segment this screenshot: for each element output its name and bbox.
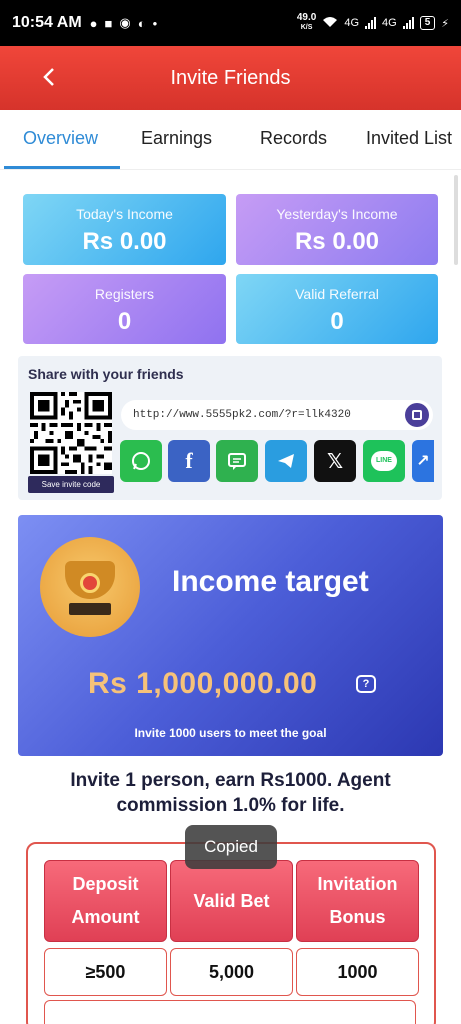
table-cell-bonus: 1000 [296,948,419,996]
table-header-valid-bet: Valid Bet [170,860,293,942]
line-share-button[interactable]: LINE [363,440,405,482]
card-label: Registers [94,286,155,302]
facebook-share-button[interactable]: f [168,440,210,482]
sms-icon [228,453,246,470]
more-icon: ↗ [416,453,430,470]
tab-bar: Overview Earnings Records Invited List [0,110,461,170]
app-icon: ■ [104,15,113,31]
registers-card: Registers 0 [23,274,226,344]
dot-icon: • [152,15,158,31]
table-cell-deposit: ≥500 [44,948,167,996]
card-value: 0 [117,308,132,335]
trophy-icon [40,537,140,637]
back-button[interactable] [34,62,64,92]
share-panel: Share with your friends Save invite code… [18,356,442,500]
net-speed: 49.0 K/S [296,12,317,32]
card-label: Yesterday's Income [276,206,398,222]
app-icon-2: ◐ [137,15,146,31]
telegram-icon [278,454,294,468]
card-label: Valid Referral [295,286,379,302]
status-bar: 10:54 AM ● ■ ◉ ◐ • 49.0 K/S 4G 4G 5 ⚡ [0,0,461,46]
x-share-button[interactable]: 𝕏 [314,440,356,482]
camera-icon: ◉ [119,15,131,30]
income-target-note: Invite 1000 users to meet the goal [134,726,327,740]
tab-records[interactable]: Records [260,128,327,149]
snapchat-icon: ● [89,15,98,31]
bonus-table: Deposit Amount Valid Bet Invitation Bonu… [26,842,436,1024]
more-share-button[interactable]: ↗ [412,440,434,482]
telegram-share-button[interactable] [265,440,307,482]
share-title: Share with your friends [28,366,184,382]
invite-reward-text: Invite 1 person, earn Rs1000. Agent comm… [70,770,391,816]
wifi-icon [322,16,338,31]
invite-link-field[interactable]: http://www.5555pk2.com/?r=llk4320 [121,400,433,430]
today-income-card: Today's Income Rs 0.00 [23,194,226,265]
notification-icons: ● ■ ◉ ◐ • [90,15,157,31]
tab-active-indicator [4,166,120,169]
income-target-card: Income target Rs 1,000,000.00 ? Invite 1… [18,515,443,756]
copy-link-button[interactable] [405,403,429,427]
table-header-deposit: Deposit Amount [44,860,167,942]
sms-share-button[interactable] [216,440,258,482]
copied-toast: Copied [185,825,277,869]
whatsapp-icon [132,452,150,470]
line-icon: LINE [371,451,397,471]
page-title: Invite Friends [170,66,291,89]
income-target-title: Income target [172,565,369,598]
facebook-icon: f [185,448,193,473]
sim2-label: 4G [382,17,397,29]
scrollbar[interactable] [454,175,458,265]
tab-earnings[interactable]: Earnings [141,128,212,149]
card-value: Rs 0.00 [294,228,380,255]
yesterday-income-card: Yesterday's Income Rs 0.00 [236,194,438,265]
income-target-amount: Rs 1,000,000.00 [88,667,318,700]
card-label: Today's Income [76,206,173,222]
app-header: Invite Friends [0,46,461,110]
battery-icon: 5 [419,16,436,30]
status-time: 10:54 AM [12,14,82,31]
sim1-label: 4G [344,17,360,29]
save-invite-code-button[interactable]: Save invite code [28,476,114,493]
table-row-partial [44,1000,416,1024]
table-cell-valid-bet: 5,000 [170,948,293,996]
charging-icon: ⚡ [441,17,449,30]
qr-code[interactable] [30,392,112,474]
x-icon: 𝕏 [326,450,344,473]
tab-overview[interactable]: Overview [23,128,98,149]
chevron-left-icon [43,68,54,86]
signal-icon-2 [402,17,414,29]
signal-icon [365,17,377,29]
invite-link-text: http://www.5555pk2.com/?r=llk4320 [133,409,351,421]
tab-invited-list[interactable]: Invited List [366,128,452,149]
table-header-bonus: Invitation Bonus [296,860,419,942]
valid-referral-card: Valid Referral 0 [236,274,438,344]
card-value: Rs 0.00 [82,228,167,255]
card-value: 0 [330,308,344,335]
whatsapp-share-button[interactable] [120,440,162,482]
info-chat-icon[interactable]: ? [356,675,376,693]
copy-icon [412,410,422,420]
